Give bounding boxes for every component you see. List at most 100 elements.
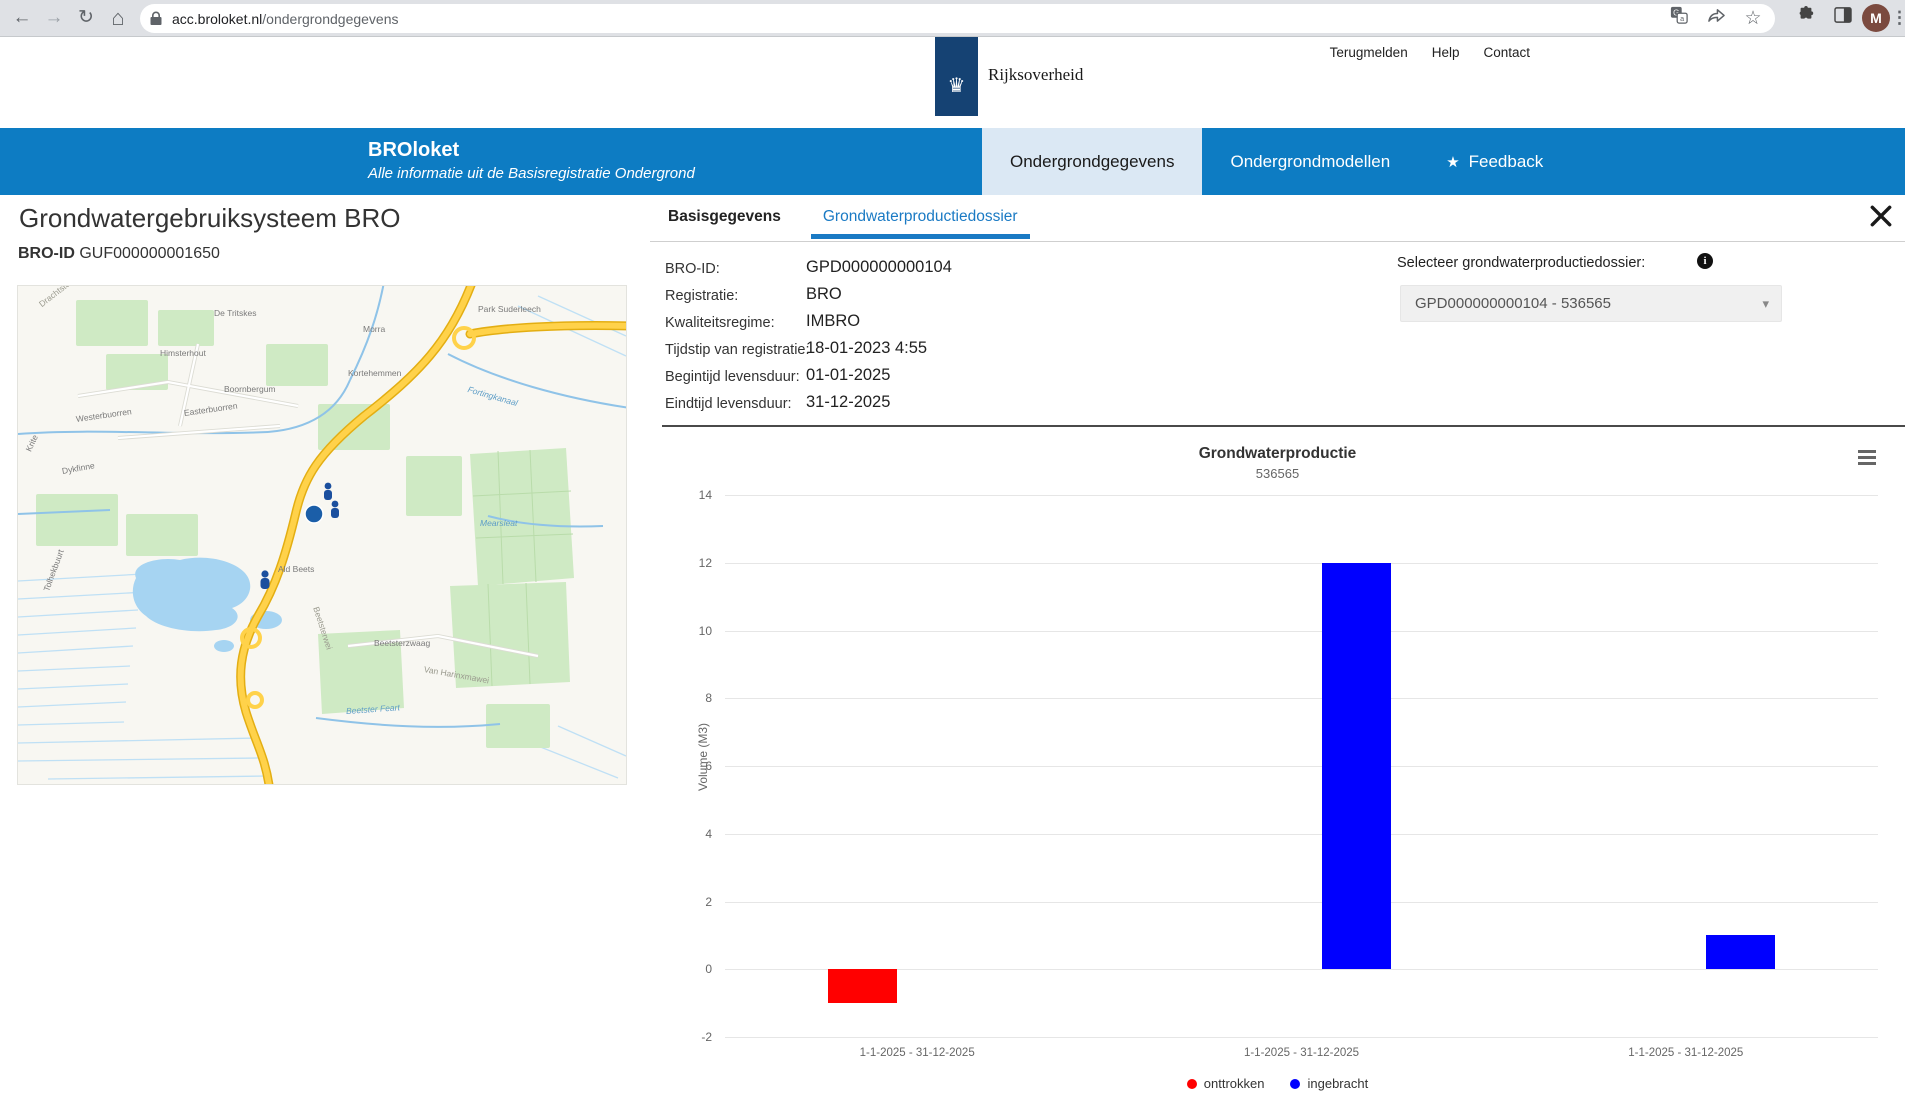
rijksoverheid-logo[interactable]: ♛ — [935, 37, 978, 116]
map-marker-single[interactable] — [261, 570, 270, 589]
legend-dot — [1187, 1079, 1197, 1089]
info-icon[interactable]: i — [1697, 253, 1713, 269]
nav-tabs: Ondergrondgegevens Ondergrondmodellen ★ Fee… — [982, 128, 1571, 195]
y-tick-label: 14 — [662, 488, 712, 502]
header-link-terugmelden[interactable]: Terugmelden — [1330, 45, 1408, 60]
y-tick-label: 0 — [662, 962, 712, 976]
detail-row: BRO-ID: GPD000000000104 — [665, 255, 1225, 282]
detail-label: Registratie: — [665, 288, 738, 304]
crown-emblem-icon: ♛ — [935, 73, 978, 98]
detail-label: Tijdstip van registratie: — [665, 342, 810, 358]
gridline — [725, 766, 1878, 767]
tabs-divider — [650, 241, 1905, 242]
map-label-place: Park Suderleech — [478, 304, 541, 314]
gridline — [725, 969, 1878, 970]
browser-menu-icon[interactable]: ⋮ — [1891, 3, 1905, 33]
detail-row: Eindtijd levensduur:31-12-2025 — [665, 390, 1225, 417]
detail-value: GPD000000000104 — [806, 258, 952, 277]
map-label-place: Beetsterzwaag — [374, 638, 430, 648]
header-link-contact[interactable]: Contact — [1483, 45, 1530, 60]
panel-tab-basisgegevens[interactable]: Basisgegevens — [668, 208, 781, 239]
gridline — [725, 698, 1878, 699]
detail-row: Begintijd levensduur:01-01-2025 — [665, 363, 1225, 390]
share-icon[interactable] — [1703, 6, 1729, 32]
details-list: BRO-ID: GPD000000000104 Registratie: BRO Kwa… — [665, 255, 1225, 417]
bro-id-label: BRO-ID — [18, 245, 75, 262]
browser-toolbar: ← → ↻ ⌂ acc.broloket.nl/ondergrondgegeve… — [0, 0, 1905, 37]
detail-label: Eindtijd levensduur: — [665, 396, 792, 412]
legend-dot — [1290, 1079, 1300, 1089]
nav-tab-label: Ondergrondgegevens — [1010, 152, 1174, 172]
detail-label: Kwaliteitsregime: — [665, 315, 775, 331]
forward-icon[interactable]: → — [40, 4, 68, 32]
brand-title[interactable]: BROloket — [368, 139, 459, 162]
legend-label: onttrokken — [1204, 1076, 1265, 1091]
gridline — [725, 631, 1878, 632]
reload-icon[interactable]: ↻ — [72, 4, 100, 32]
nav-tab-label: Feedback — [1469, 152, 1544, 172]
bro-id-value: GUF000000001650 — [79, 245, 220, 262]
detail-value: 18-01-2023 4:55 — [806, 339, 927, 358]
gridline — [725, 1037, 1878, 1038]
detail-row: Kwaliteitsregime:IMBRO — [665, 309, 1225, 336]
detail-value: 01-01-2025 — [806, 366, 890, 385]
header-link-help[interactable]: Help — [1432, 45, 1460, 60]
header-links: Terugmelden Help Contact — [1330, 45, 1530, 60]
gridline — [725, 902, 1878, 903]
dossier-select[interactable]: GPD000000000104 - 536565 ▾ — [1400, 285, 1782, 322]
home-icon[interactable]: ⌂ — [104, 4, 132, 32]
legend-label: ingebracht — [1307, 1076, 1368, 1091]
map-label-place: Boornbergum — [224, 384, 276, 394]
map-label-place: Ald Beets — [278, 564, 314, 574]
legend-item-onttrokken[interactable]: onttrokken — [1187, 1076, 1265, 1091]
panel-tabs: Basisgegevens Grondwaterproductiedossier — [668, 208, 1018, 239]
page-title: Grondwatergebruiksysteem BRO — [19, 203, 400, 234]
chart-legend: onttrokken ingebracht — [650, 1076, 1905, 1091]
close-icon[interactable] — [1868, 203, 1902, 237]
legend-item-ingebracht[interactable]: ingebracht — [1290, 1076, 1368, 1091]
gridline — [725, 834, 1878, 835]
nav-tab-feedback[interactable]: ★ Feedback — [1418, 128, 1571, 195]
profile-avatar[interactable]: M — [1862, 4, 1890, 32]
x-tick-label: 1-1-2025 - 31-12-2025 — [1556, 1047, 1816, 1059]
sidepanel-icon[interactable] — [1830, 6, 1856, 32]
map-label-place: Morra — [363, 324, 385, 334]
detail-panel: BasisgegevensGrondwaterproductiedossier … — [650, 195, 1905, 1111]
y-tick-label: 8 — [662, 691, 712, 705]
rijksoverheid-wordmark: Rijksoverheid — [988, 65, 1083, 85]
nav-tab-label: Ondergrondmodellen — [1230, 152, 1390, 172]
x-tick-label: 1-1-2025 - 31-12-2025 — [787, 1047, 1047, 1059]
location-map[interactable]: Drachtster HeaweiDe TritskesPark Suderle… — [17, 285, 627, 785]
address-bar[interactable]: acc.broloket.nl/ondergrondgegevens — [140, 4, 1775, 33]
detail-value: BRO — [806, 285, 842, 304]
map-label-place: Himsterhout — [160, 348, 206, 358]
bar-onttrokken[interactable] — [828, 969, 897, 1003]
x-tick-label: 1-1-2025 - 31-12-2025 — [1172, 1047, 1432, 1059]
y-tick-label: 4 — [662, 827, 712, 841]
detail-label: BRO-ID: — [665, 261, 720, 277]
translate-icon[interactable]: Ga — [1666, 6, 1692, 32]
gridline — [725, 495, 1878, 496]
lock-icon — [150, 11, 162, 26]
bar-ingebracht[interactable] — [1322, 563, 1391, 970]
chart-canvas: 14121086420-21-1-2025 - 31-12-20251-1-20… — [650, 440, 1905, 1105]
panel-tab-grondwaterproductiedossier[interactable]: Grondwaterproductiedossier — [823, 208, 1018, 239]
back-icon[interactable]: ← — [8, 4, 36, 32]
map-graphic — [18, 286, 627, 785]
brand-tagline: Alle informatie uit de Basisregistratie … — [368, 165, 695, 182]
dossier-selector-label: Selecteer grondwaterproductiedossier: — [1397, 255, 1645, 271]
star-icon: ★ — [1446, 153, 1459, 171]
map-label-water: Mearsleat — [480, 518, 517, 528]
main-navigation: BROloket Alle informatie uit de Basisreg… — [0, 128, 1905, 195]
y-tick-label: 12 — [662, 556, 712, 570]
extensions-icon[interactable] — [1793, 6, 1819, 32]
y-tick-label: 6 — [662, 759, 712, 773]
production-chart: Grondwaterproductie 536565 Volume (M3) 1… — [650, 440, 1905, 1105]
dossier-select-value: GPD000000000104 - 536565 — [1415, 295, 1611, 312]
bar-ingebracht[interactable] — [1706, 935, 1775, 969]
svg-text:a: a — [1680, 14, 1684, 23]
bookmark-star-icon[interactable]: ☆ — [1740, 6, 1766, 32]
nav-tab-ondergrondgegevens[interactable]: Ondergrondgegevens — [982, 128, 1202, 195]
nav-tab-ondergrondmodellen[interactable]: Ondergrondmodellen — [1202, 128, 1418, 195]
map-label-place: De Tritskes — [214, 308, 257, 318]
